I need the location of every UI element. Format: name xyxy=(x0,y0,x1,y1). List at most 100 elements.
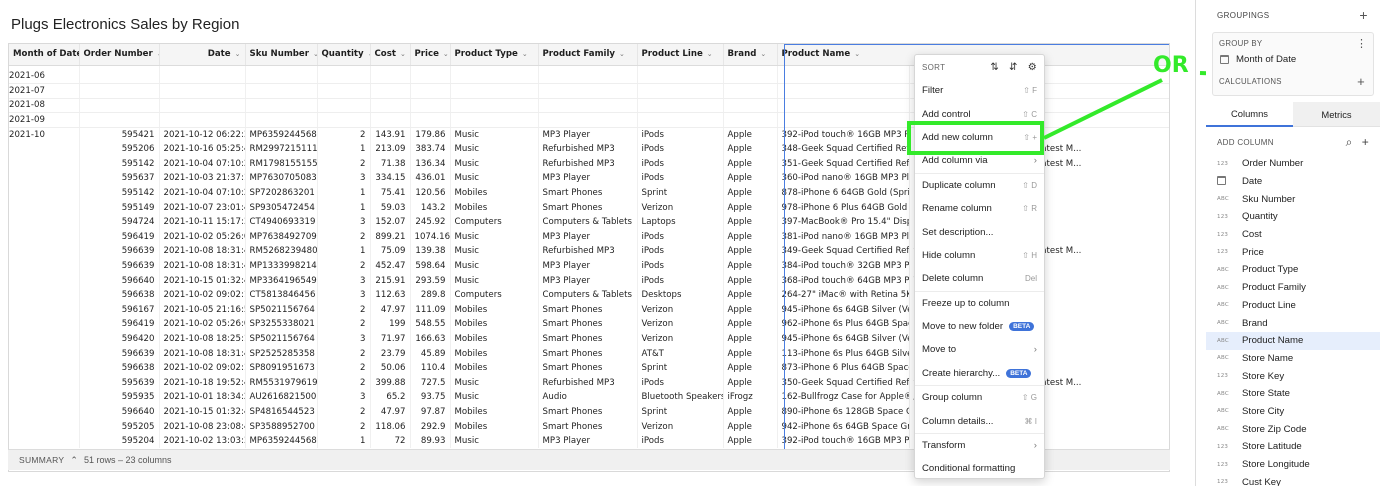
column-list-item[interactable]: 123 Order Number xyxy=(1206,155,1380,173)
column-header[interactable]: Brand ⌄ xyxy=(723,44,778,66)
menu-item-add-control[interactable]: Add control ⇧ C xyxy=(915,102,1044,125)
menu-item-group-column[interactable]: Group column ⇧ G xyxy=(915,386,1044,409)
tab-columns[interactable]: Columns xyxy=(1206,102,1293,127)
table-cell: 199 xyxy=(370,317,411,332)
table-cell xyxy=(370,83,411,99)
column-list-item[interactable]: 123 Cost xyxy=(1206,226,1380,244)
table-cell: Music xyxy=(450,171,539,186)
table-cell xyxy=(1032,258,1169,274)
add-grouping-plus-icon[interactable]: + xyxy=(1359,7,1368,23)
menu-item-set-description[interactable]: Set description... xyxy=(915,220,1044,243)
column-list-item[interactable]: 123 Store Latitude xyxy=(1206,438,1380,456)
column-header[interactable]: Date ⌄ xyxy=(159,44,246,66)
chevron-down-icon[interactable]: ⌄ xyxy=(760,50,766,58)
column-list-item[interactable]: ABC Product Name xyxy=(1206,331,1380,350)
menu-item-move-to-new-folder[interactable]: Move to new folder BETA xyxy=(915,315,1044,338)
month-cell: 2021-07 xyxy=(9,83,80,99)
column-header[interactable]: Order Number⌄ xyxy=(79,44,160,66)
sort-descending-icon[interactable]: ⇵ xyxy=(1009,62,1018,73)
chevron-down-icon[interactable]: ⌄ xyxy=(854,50,860,58)
menu-item-move-to[interactable]: Move to › xyxy=(915,338,1044,361)
column-list-item-label: Store Zip Code xyxy=(1242,423,1307,435)
table-cell: Music xyxy=(450,229,539,245)
column-list-item-label: Quantity xyxy=(1242,211,1278,223)
column-header[interactable]: Product Family ⌄ xyxy=(538,44,638,66)
column-list-item[interactable]: ABC Store Zip Code xyxy=(1206,420,1380,438)
menu-item-create-hierarchy[interactable]: Create hierarchy... BETA xyxy=(915,362,1044,385)
chevron-down-icon[interactable]: ⌄ xyxy=(619,50,625,58)
tab-metrics[interactable]: Metrics xyxy=(1293,102,1380,127)
menu-item-add-column-via[interactable]: Add column via › xyxy=(915,149,1044,172)
menu-item-transform[interactable]: Transform › xyxy=(915,434,1044,457)
sort-ascending-icon[interactable]: ⇅ xyxy=(990,62,999,73)
column-list-item[interactable]: 123 Store Longitude xyxy=(1206,456,1380,474)
menu-item-delete-column[interactable]: Delete column Del xyxy=(915,267,1044,290)
table-cell xyxy=(723,98,778,114)
column-list-item[interactable]: ABC Product Family xyxy=(1206,279,1380,297)
column-list-item[interactable]: 123 Quantity xyxy=(1206,208,1380,226)
chevron-up-icon[interactable]: ⌃ xyxy=(70,455,78,466)
groupings-header: GROUPINGS + xyxy=(1206,0,1380,30)
more-options-icon[interactable]: ⋮ xyxy=(1356,37,1367,50)
table-cell: Smart Phones xyxy=(538,302,638,318)
menu-item-filter[interactable]: Filter ⇧ F xyxy=(915,79,1044,102)
column-header[interactable]: Cost ⌄ xyxy=(370,44,411,66)
group-by-item[interactable]: Month of Date xyxy=(1213,48,1373,65)
menu-sort-row: SORT ⇅ ⇵ ⚙ xyxy=(915,55,1044,79)
menu-item-add-new-column[interactable]: Add new column ⇧ + xyxy=(915,126,1044,149)
menu-item-shortcut: ⇧ H xyxy=(1022,250,1037,260)
search-icon[interactable]: ⌕ xyxy=(1346,135,1353,150)
column-list-item[interactable]: 123 Cust Key xyxy=(1206,473,1380,486)
table-cell: 93.75 xyxy=(410,390,451,405)
column-list-item[interactable]: ABC Product Line xyxy=(1206,297,1380,315)
table-cell: 215.91 xyxy=(370,273,411,288)
chevron-down-icon[interactable]: ⌄ xyxy=(313,50,316,58)
add-calculation-plus-icon[interactable]: + xyxy=(1357,74,1365,89)
table-cell: Sprint xyxy=(637,360,724,376)
chevron-down-icon[interactable]: ⌄ xyxy=(707,50,713,58)
menu-item-conditional-formatting[interactable]: Conditional formatting xyxy=(915,457,1044,480)
column-header-label: Product Family xyxy=(542,49,616,60)
column-header[interactable]: Month of Date⌄ xyxy=(9,44,80,66)
table-cell: SP3255338021 xyxy=(245,317,318,332)
column-header[interactable]: Price ⌄ xyxy=(410,44,451,66)
table-cell: RM2997215111 xyxy=(245,141,318,157)
table-cell: Music xyxy=(450,258,539,274)
column-list-item[interactable]: ABC Product Type xyxy=(1206,261,1380,279)
menu-item-duplicate-column[interactable]: Duplicate column ⇧ D xyxy=(915,174,1044,197)
chevron-down-icon[interactable]: ⌄ xyxy=(522,50,528,58)
table-cell: Music xyxy=(450,156,539,172)
menu-item-column-details[interactable]: Column details... ⌘ I xyxy=(915,409,1044,432)
table-cell: 596640 xyxy=(79,404,160,420)
column-list-item[interactable]: Date xyxy=(1206,173,1380,191)
table-cell: 595421 xyxy=(79,127,160,142)
table-cell: 383.74 xyxy=(410,141,451,157)
table-cell xyxy=(637,112,724,128)
column-list-item[interactable]: 123 Store Key xyxy=(1206,367,1380,385)
column-list-item[interactable]: ABC Store State xyxy=(1206,385,1380,403)
add-column-plus-icon[interactable]: + xyxy=(1362,135,1369,150)
chevron-down-icon[interactable]: ⌄ xyxy=(400,50,406,58)
column-header[interactable]: Quantity⌄ xyxy=(317,44,371,66)
column-header[interactable]: Product Line ⌄ xyxy=(637,44,724,66)
column-list-item[interactable]: ABC Sku Number xyxy=(1206,190,1380,208)
menu-item-rename-column[interactable]: Rename column ⇧ R xyxy=(915,197,1044,220)
table-cell: Music xyxy=(450,433,539,449)
column-list-item[interactable]: ABC Brand xyxy=(1206,314,1380,332)
column-header[interactable]: Sku Number⌄ xyxy=(245,44,318,66)
column-list-item[interactable]: ABC Store Name xyxy=(1206,350,1380,368)
menu-item-freeze-up-to-column[interactable]: Freeze up to column xyxy=(915,292,1044,315)
table-cell: AU2616821500 xyxy=(245,390,318,405)
page-title: Plugs Electronics Sales by Region xyxy=(11,16,240,33)
menu-item-hide-column[interactable]: Hide column ⇧ H xyxy=(915,244,1044,267)
table-cell xyxy=(1032,331,1169,347)
chevron-down-icon[interactable]: ⌄ xyxy=(235,50,241,58)
column-header[interactable]: Product Type ⌄ xyxy=(450,44,539,66)
chevron-down-icon[interactable]: ⌄ xyxy=(443,50,449,58)
column-list-item[interactable]: 123 Price xyxy=(1206,243,1380,261)
table-cell: 75.41 xyxy=(370,185,411,201)
column-list-item-label: Store Latitude xyxy=(1242,441,1302,453)
menu-item-label: Create hierarchy... xyxy=(922,367,1001,379)
column-list-item[interactable]: ABC Store City xyxy=(1206,403,1380,421)
gear-icon[interactable]: ⚙ xyxy=(1028,62,1037,73)
